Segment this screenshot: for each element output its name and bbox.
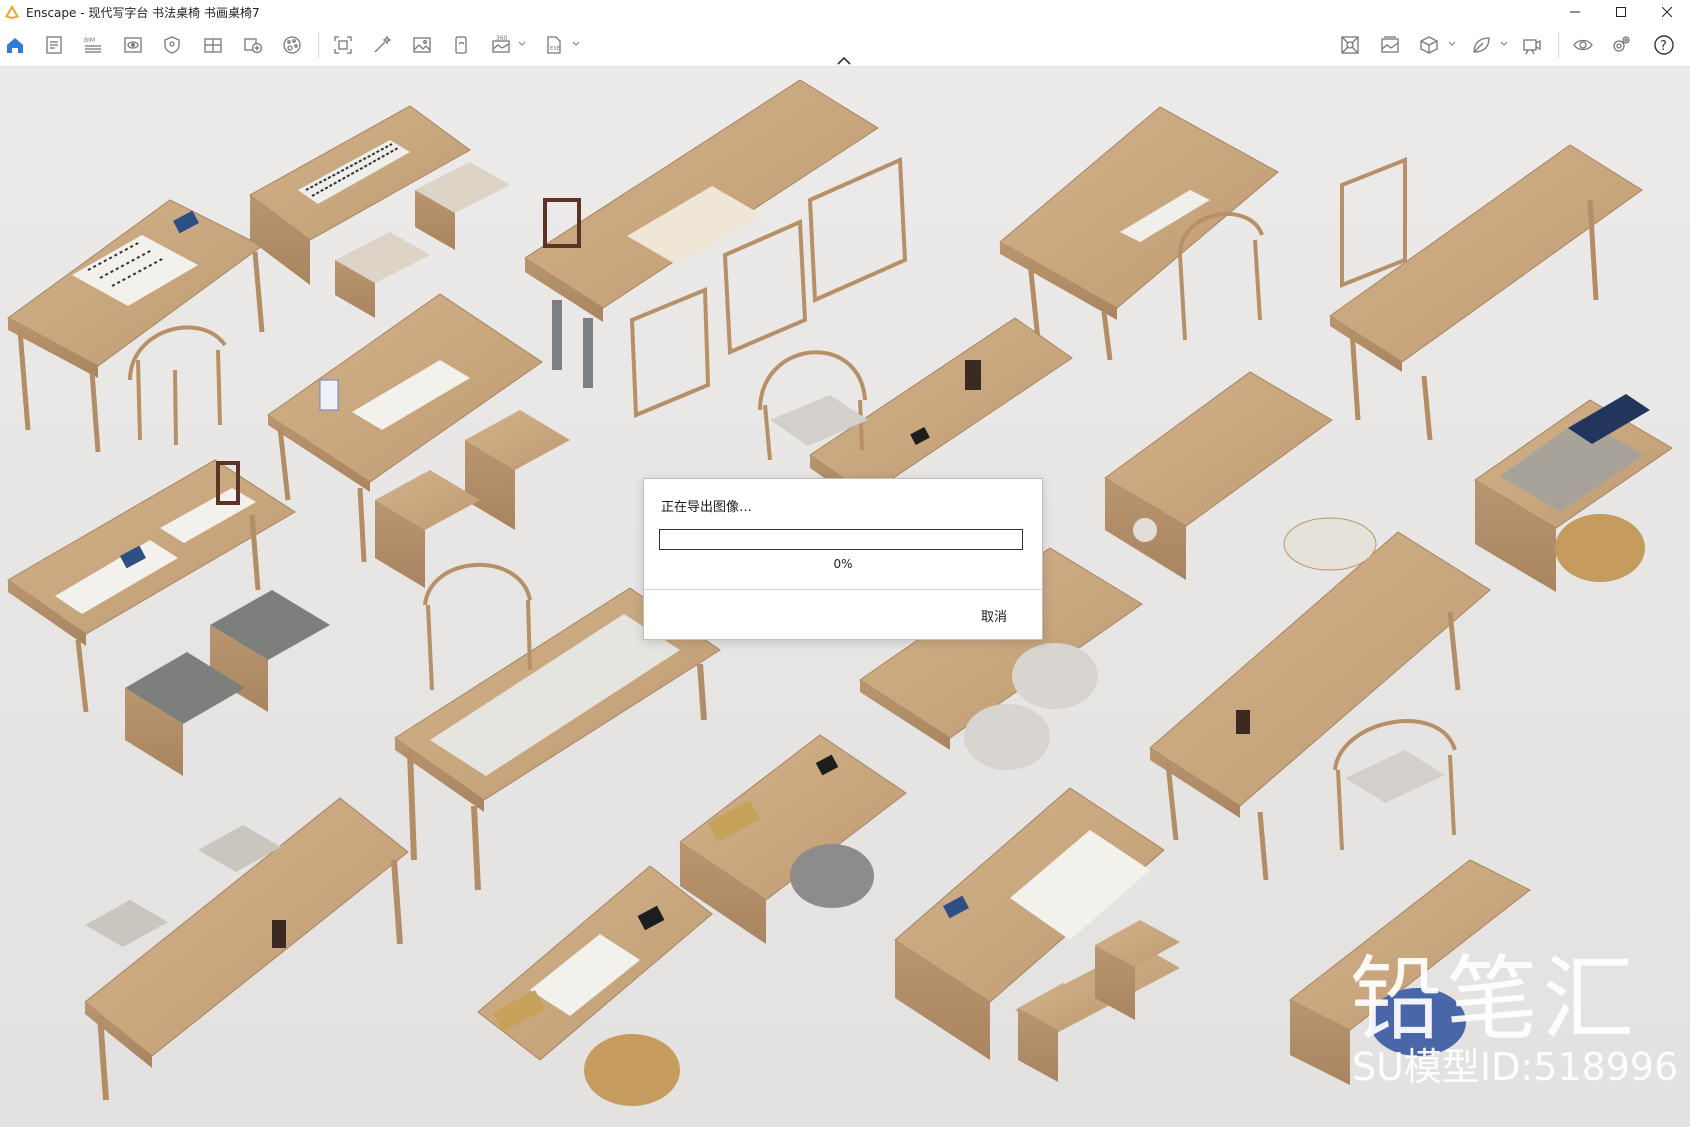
grid-button[interactable] bbox=[200, 33, 226, 57]
document-button[interactable] bbox=[41, 33, 67, 57]
palette-button[interactable] bbox=[279, 33, 305, 57]
desk-5 bbox=[1329, 144, 1643, 441]
add-view-button[interactable] bbox=[240, 33, 266, 57]
shield-icon bbox=[164, 36, 180, 54]
add-view-icon bbox=[244, 38, 263, 54]
desk-4 bbox=[999, 106, 1279, 361]
view-icon bbox=[124, 37, 142, 53]
desk-14 bbox=[679, 734, 907, 944]
chevron-down-icon[interactable] bbox=[518, 40, 526, 48]
maximize-icon bbox=[1616, 7, 1626, 17]
watermark-model-id: SU模型ID:518996 bbox=[1352, 1045, 1679, 1089]
help-icon: ? bbox=[1654, 35, 1674, 55]
enscape-logo-icon bbox=[5, 5, 19, 19]
home-button[interactable] bbox=[2, 33, 28, 57]
panorama-360-button[interactable]: 360 bbox=[488, 33, 514, 57]
image-gallery-icon bbox=[1381, 36, 1399, 53]
dialog-message: 正在导出图像… bbox=[661, 500, 753, 515]
window-title: Enscape - 现代写字台 书法桌椅 书画桌椅7 bbox=[26, 5, 260, 20]
collapse-toolbar-icon[interactable] bbox=[837, 56, 851, 65]
asset-library-icon bbox=[1341, 36, 1359, 54]
toolbar-separator bbox=[1558, 32, 1559, 58]
maximize-button[interactable] bbox=[1598, 0, 1644, 24]
palette-icon bbox=[283, 36, 301, 54]
camera-button[interactable] bbox=[1519, 33, 1545, 57]
cube-icon bbox=[1420, 36, 1438, 54]
stool-4 bbox=[375, 470, 480, 588]
export-exe-button[interactable]: EXE bbox=[541, 33, 567, 57]
desk-9 bbox=[1474, 394, 1673, 592]
close-button[interactable] bbox=[1644, 0, 1690, 24]
cancel-button[interactable]: 取消 bbox=[964, 603, 1024, 627]
bim-button[interactable]: BIM bbox=[80, 33, 106, 57]
eye-icon bbox=[1573, 39, 1593, 51]
cube-button[interactable] bbox=[1416, 33, 1442, 57]
stool-3 bbox=[465, 410, 570, 530]
desk-1 bbox=[7, 199, 265, 453]
svg-text:360: 360 bbox=[496, 35, 508, 42]
export-exe-icon: EXE bbox=[547, 36, 561, 54]
stool-1 bbox=[415, 162, 510, 250]
stool-2 bbox=[335, 232, 430, 318]
chair-1 bbox=[128, 325, 227, 446]
svg-text:BIM: BIM bbox=[84, 37, 95, 44]
leaf-icon bbox=[1473, 37, 1490, 53]
camera-icon bbox=[1523, 39, 1541, 55]
export-progress-dialog: 正在导出图像… 0% 取消 bbox=[643, 478, 1043, 640]
screenshot-button[interactable] bbox=[330, 33, 356, 57]
desk-16 bbox=[477, 865, 713, 1106]
brush-pot-prop bbox=[319, 379, 339, 411]
shield-button[interactable] bbox=[159, 33, 185, 57]
desk-13 bbox=[1149, 531, 1491, 881]
asset-library-button[interactable] bbox=[1337, 33, 1363, 57]
magic-wand-button[interactable] bbox=[369, 33, 395, 57]
chevron-down-icon[interactable] bbox=[572, 40, 580, 48]
bim-icon: BIM bbox=[84, 37, 101, 53]
close-icon bbox=[1662, 7, 1672, 17]
panorama-360-icon: 360 bbox=[492, 35, 510, 53]
leaf-button[interactable] bbox=[1468, 33, 1494, 57]
image-button[interactable] bbox=[409, 33, 435, 57]
brush-rack-prop bbox=[965, 360, 981, 390]
chevron-down-icon[interactable] bbox=[1448, 40, 1456, 48]
toolbar-separator bbox=[318, 32, 319, 58]
grid-icon bbox=[204, 38, 222, 53]
magic-wand-icon bbox=[374, 35, 392, 53]
title-bar: Enscape - 现代写字台 书法桌椅 书画桌椅7 bbox=[0, 0, 1690, 24]
dialog-separator bbox=[644, 589, 1042, 590]
progress-bar bbox=[659, 529, 1023, 550]
chevron-down-icon[interactable] bbox=[1500, 40, 1508, 48]
chair-cushion bbox=[1345, 750, 1445, 803]
svg-text:?: ? bbox=[1660, 39, 1667, 54]
eye-button[interactable] bbox=[1570, 33, 1596, 57]
image-gallery-button[interactable] bbox=[1377, 33, 1403, 57]
view-button[interactable] bbox=[120, 33, 146, 57]
floor-cushion bbox=[1283, 517, 1377, 571]
brush-rack-prop bbox=[1236, 710, 1250, 734]
phone-icon bbox=[455, 36, 467, 54]
home-icon bbox=[7, 38, 23, 53]
brush-rack-prop bbox=[272, 920, 286, 948]
progress-percentage: 0% bbox=[833, 557, 853, 571]
settings-button[interactable] bbox=[1608, 33, 1634, 57]
phone-button[interactable] bbox=[448, 33, 474, 57]
help-button[interactable]: ? bbox=[1651, 33, 1677, 57]
screenshot-icon bbox=[334, 36, 352, 54]
minimize-icon bbox=[1570, 11, 1580, 13]
settings-icon bbox=[1613, 36, 1630, 52]
document-icon bbox=[46, 36, 62, 54]
svg-text:EXE: EXE bbox=[550, 46, 560, 52]
image-icon bbox=[413, 37, 431, 53]
minimize-button[interactable] bbox=[1552, 0, 1598, 24]
